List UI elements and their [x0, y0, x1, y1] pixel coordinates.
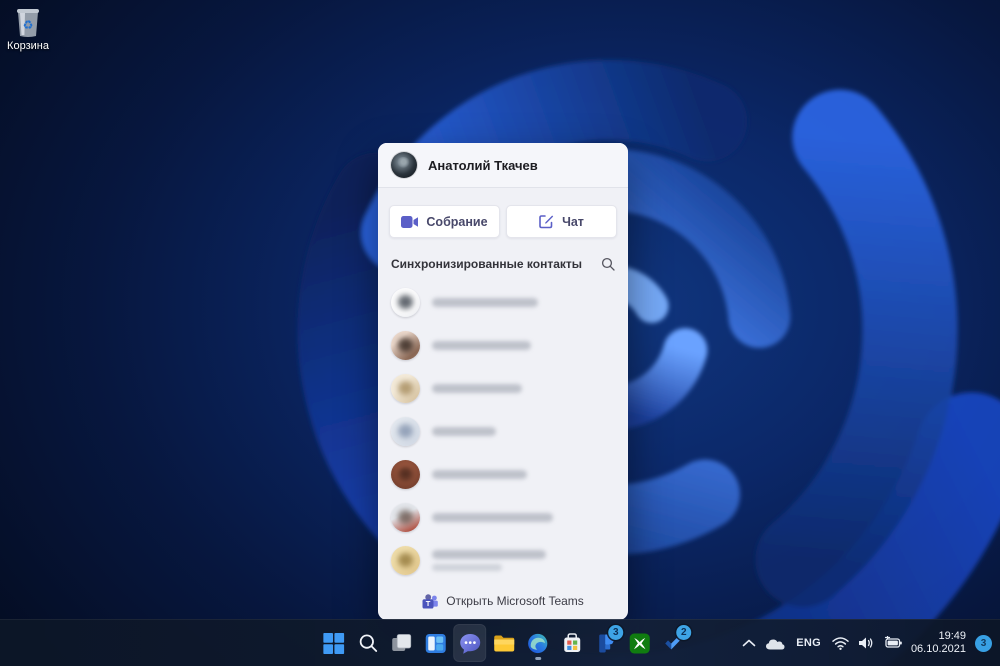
file-explorer-button[interactable]: [487, 624, 520, 662]
svg-text:T: T: [426, 599, 431, 608]
microsoft-store-button[interactable]: [555, 624, 588, 662]
contact-row[interactable]: [391, 324, 615, 367]
contact-name-redacted: [432, 513, 553, 522]
taskbar-center-icons: 3 2: [317, 620, 692, 666]
notification-center-badge[interactable]: 3: [975, 634, 992, 652]
contact-name-redacted: [432, 298, 538, 307]
wifi-icon[interactable]: [832, 636, 849, 650]
chat-button-label: Чат: [562, 214, 584, 229]
contact-avatar: [391, 503, 420, 532]
svg-text:♻: ♻: [23, 18, 34, 32]
user-name: Анатолий Ткачев: [428, 157, 538, 173]
open-teams-link[interactable]: T Открыть Microsoft Teams: [378, 582, 628, 620]
todo-check-app-button[interactable]: 2: [657, 624, 692, 662]
contact-row[interactable]: [391, 410, 615, 453]
open-teams-label: Открыть Microsoft Teams: [446, 594, 584, 608]
edge-running-indicator: [534, 657, 541, 660]
contact-row[interactable]: [391, 367, 615, 410]
search-button[interactable]: [351, 624, 384, 662]
contacts-section-title: Синхронизированные контакты: [391, 257, 583, 271]
contact-name-redacted: [432, 550, 546, 571]
taskbar: 3 2 ENG 19:49 06.10.2021 3: [0, 619, 1000, 666]
volume-icon[interactable]: [858, 636, 874, 650]
meeting-button-label: Собрание: [426, 214, 488, 229]
contact-name-redacted: [432, 427, 496, 436]
chat-button[interactable]: Чат: [506, 205, 617, 238]
start-button[interactable]: [317, 624, 350, 662]
contact-name-redacted: [432, 470, 527, 479]
contact-avatar: [391, 546, 420, 575]
tray-date: 06.10.2021: [910, 643, 966, 655]
battery-charging-icon[interactable]: [883, 636, 902, 650]
widgets-icon: [425, 633, 446, 653]
edge-browser-icon: [528, 633, 548, 653]
task-view-icon: [392, 633, 412, 651]
teams-chat-button[interactable]: [453, 624, 487, 662]
recycle-bin-shortcut[interactable]: ♻ Корзина: [4, 6, 52, 52]
microsoft-teams-icon: T: [422, 593, 438, 608]
search-icon[interactable]: [601, 257, 615, 271]
language-indicator[interactable]: ENG: [794, 637, 823, 649]
teams-chat-flyout: Анатолий Ткачев Собрание Чат Синхронизир…: [378, 143, 628, 620]
search-icon: [359, 634, 377, 652]
recycle-bin-icon: ♻: [13, 6, 43, 38]
onedrive-cloud-icon[interactable]: [765, 637, 785, 650]
desktop-background: ♻ Корзина Анатолий Ткачев Собрание Чат С…: [0, 0, 1000, 666]
contact-name-redacted: [432, 384, 522, 393]
contact-row[interactable]: [391, 281, 615, 324]
blue-p-app-button[interactable]: 3: [589, 624, 624, 662]
store-bag-icon: [563, 633, 580, 652]
compose-icon: [539, 215, 554, 229]
contact-row[interactable]: [391, 539, 615, 582]
windows-logo-icon: [323, 632, 345, 654]
flyout-user-header[interactable]: Анатолий Ткачев: [378, 143, 628, 188]
app-notification-badge: 2: [676, 625, 692, 640]
meeting-button[interactable]: Собрание: [389, 205, 500, 238]
contact-avatar: [391, 460, 420, 489]
contact-name-redacted: [432, 341, 531, 350]
contact-avatar: [391, 331, 420, 360]
flyout-actions: Собрание Чат: [378, 188, 628, 238]
chat-bubble-icon: [459, 633, 480, 654]
task-view-button[interactable]: [385, 624, 418, 662]
contacts-section-header: Синхронизированные контакты: [378, 238, 628, 279]
synced-contact-list: [378, 279, 628, 582]
widgets-button[interactable]: [419, 624, 452, 662]
app-notification-badge: 3: [608, 625, 624, 640]
contact-row[interactable]: [391, 496, 615, 539]
recycle-bin-label: Корзина: [7, 40, 49, 52]
contact-avatar: [391, 417, 420, 446]
tray-time: 19:49: [938, 630, 966, 642]
user-avatar: [391, 152, 417, 178]
video-camera-icon: [401, 215, 419, 228]
contact-avatar: [391, 374, 420, 403]
contact-avatar: [391, 288, 420, 317]
edge-button[interactable]: [521, 624, 554, 662]
system-tray: ENG 19:49 06.10.2021 3: [742, 620, 1000, 666]
contact-row[interactable]: [391, 453, 615, 496]
clock[interactable]: 19:49 06.10.2021: [911, 630, 966, 656]
folder-icon: [493, 635, 514, 651]
xbox-button[interactable]: [623, 624, 656, 662]
tray-chevron-up[interactable]: [742, 639, 756, 647]
xbox-icon: [629, 633, 650, 653]
